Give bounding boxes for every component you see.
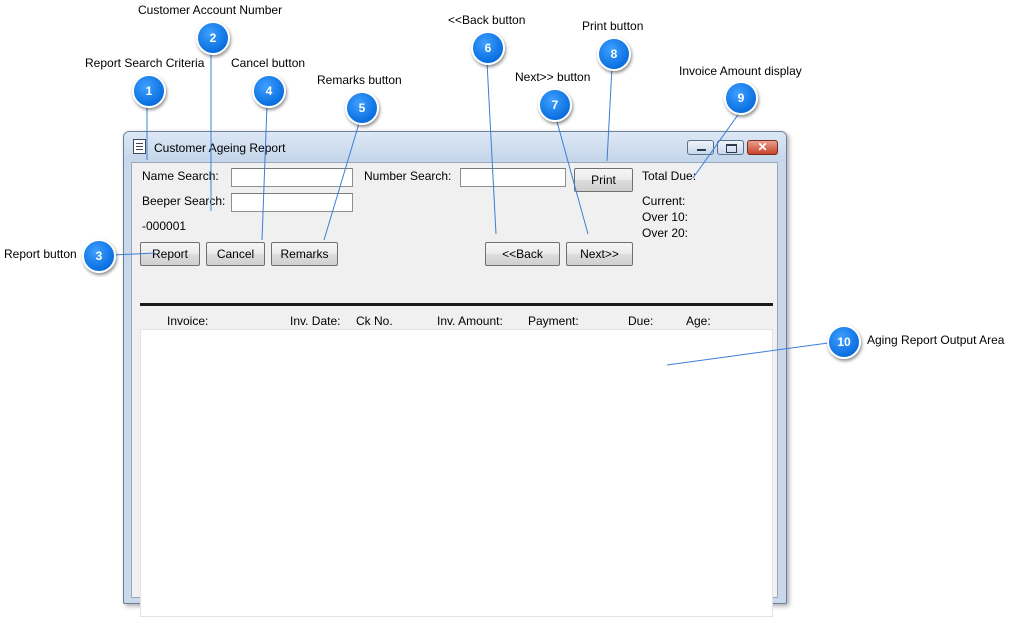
callout-label-7: Next>> button xyxy=(515,70,591,84)
callout-badge-2: 2 xyxy=(196,21,230,55)
callout-badge-1: 1 xyxy=(132,74,166,108)
callout-label-5: Remarks button xyxy=(317,73,402,87)
callout-label-6: <<Back button xyxy=(448,13,526,27)
leader-line-10 xyxy=(666,342,829,366)
callout-badge-3: 3 xyxy=(82,239,116,273)
callout-badge-10: 10 xyxy=(827,325,861,359)
leader-line-5 xyxy=(323,119,361,241)
callout-badge-9: 9 xyxy=(724,81,758,115)
leader-line-4 xyxy=(261,104,268,241)
callout-label-3: Report button xyxy=(4,247,77,261)
callout-label-10: Aging Report Output Area xyxy=(867,333,1005,347)
leader-line-8 xyxy=(606,66,613,162)
callout-label-2: Customer Account Number xyxy=(138,3,283,17)
callout-label-4: Cancel button xyxy=(231,56,306,70)
leader-line-9 xyxy=(692,111,741,179)
callout-badge-7: 7 xyxy=(538,88,572,122)
leader-line-3 xyxy=(112,252,156,256)
callout-label-9: Invoice Amount display xyxy=(679,64,802,78)
callout-badge-4: 4 xyxy=(252,74,286,108)
callout-badge-5: 5 xyxy=(345,91,379,125)
leader-line-6 xyxy=(486,61,497,235)
callout-label-8: Print button xyxy=(582,19,644,33)
leader-line-7 xyxy=(555,117,589,235)
callout-badge-6: 6 xyxy=(471,31,505,65)
callout-label-1: Report Search Criteria xyxy=(85,56,205,70)
callout-badge-8: 8 xyxy=(597,37,631,71)
